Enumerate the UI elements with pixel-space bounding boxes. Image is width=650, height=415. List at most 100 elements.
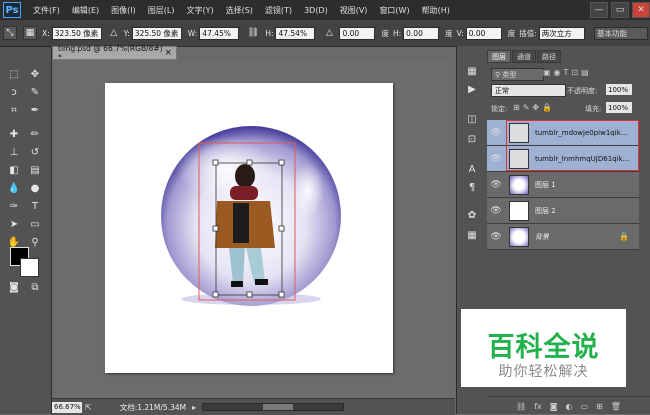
tab-layers[interactable]: 图层 — [487, 50, 511, 63]
visibility-eye-icon[interactable]: 👁 — [487, 232, 505, 242]
trash-icon[interactable]: 🗑 — [611, 402, 621, 411]
menu-file[interactable]: 文件(F) — [27, 5, 66, 16]
tools-panel: ⬚ ✥ ↄ ✎ ⌗ ✒ ✚ ✏ ⊥ ↺ ◧ ▤ 💧 ● ✑ T ➤ ▭ ✋ ⚲ … — [0, 47, 52, 414]
layers-footer: ⛓ fx ◙ ◐ ▭ ⊞ 🗑 — [487, 396, 650, 415]
history-brush-icon[interactable]: ↺ — [26, 145, 44, 159]
quick-mask-icon[interactable]: ◙ — [5, 280, 23, 294]
actions-panel-icon[interactable]: ▶ — [464, 82, 480, 96]
mask-icon[interactable]: ◙ — [550, 402, 558, 411]
new-layer-icon[interactable]: ⊞ — [596, 402, 603, 411]
workspace-select[interactable]: 基本功能 — [594, 26, 648, 40]
background-color-swatch[interactable] — [20, 258, 39, 277]
menu-3d[interactable]: 3D(D) — [298, 6, 334, 15]
delta-icon[interactable]: △ — [109, 26, 119, 40]
screen-mode-icon[interactable]: ⧉ — [26, 280, 44, 294]
eyedropper-icon[interactable]: ✒ — [26, 103, 44, 117]
layer-name: tumblr_mdowje0piw1qik... — [535, 128, 628, 137]
quick-select-icon[interactable]: ✎ — [26, 85, 44, 99]
interpolation-select[interactable]: 两次立方 — [538, 26, 585, 40]
adjust-icon[interactable]: ◐ — [566, 402, 573, 411]
share-icon[interactable]: ⇱ — [85, 403, 92, 412]
menu-filter[interactable]: 滤镜(T) — [259, 5, 298, 16]
vskew-field[interactable]: 0.00 — [465, 26, 502, 40]
horizontal-scrollbar[interactable] — [202, 403, 345, 411]
scrollbar-thumb[interactable] — [263, 404, 294, 410]
menu-layer[interactable]: 图层(L) — [142, 5, 181, 16]
document-tab[interactable]: timg.psd @ 66.7%(RGB/8#) * × — [52, 44, 177, 62]
menu-image[interactable]: 图像(I) — [105, 5, 142, 16]
minimize-button[interactable]: — — [590, 2, 608, 18]
pen-tool-icon[interactable]: ✑ — [5, 199, 23, 213]
close-button[interactable]: ✕ — [632, 2, 650, 18]
visibility-eye-icon[interactable]: 👁 — [487, 180, 505, 190]
width-field[interactable]: 47.45% — [199, 26, 240, 40]
zoom-field[interactable]: 66.67% — [52, 401, 82, 413]
menu-type[interactable]: 文字(Y) — [180, 5, 219, 16]
menu-window[interactable]: 窗口(W) — [373, 5, 415, 16]
paragraph-panel-icon[interactable]: ¶ — [464, 180, 480, 194]
filter-icons[interactable]: ▣◉T⊡▤ — [543, 68, 592, 77]
dodge-tool-icon[interactable]: ● — [26, 181, 44, 195]
layer-filter-label: 类型 — [502, 70, 517, 79]
menu-view[interactable]: 视图(V) — [334, 5, 374, 16]
lock-icons[interactable]: ⊞✎✥🔒 — [513, 103, 555, 112]
angle-field[interactable]: 0.00 — [339, 26, 376, 40]
maximize-button[interactable]: ▭ — [611, 2, 629, 18]
x-label: X: — [42, 28, 50, 38]
shape-tool-icon[interactable]: ▭ — [26, 217, 44, 231]
tab-channels[interactable]: 通道 — [512, 50, 536, 63]
brush-tool-icon[interactable]: ✏ — [26, 127, 44, 141]
layer-thumbnail — [509, 122, 529, 143]
blend-mode-select[interactable]: 正常 — [491, 84, 566, 97]
character-panel-icon[interactable]: A — [464, 162, 480, 176]
type-tool-icon[interactable]: T — [26, 199, 44, 213]
move-tool-icon[interactable]: ✥ — [26, 67, 44, 81]
y-position-field[interactable]: 325.50 像素 — [131, 26, 182, 40]
layer-row[interactable]: 👁 背景 🔒 — [487, 224, 639, 250]
link-aspect-icon[interactable]: ⛓ — [246, 26, 260, 40]
y-label: Y: — [123, 28, 130, 38]
link-icon[interactable]: ⛓ — [516, 402, 526, 411]
menu-select[interactable]: 选择(S) — [220, 5, 259, 16]
layer-row[interactable]: 👁 tumblr_lnmhmqUJD61qik... — [487, 146, 639, 172]
gradient-icon[interactable]: ▤ — [26, 163, 44, 177]
brush-presets-icon[interactable]: ✿ — [464, 208, 480, 222]
status-menu-icon[interactable]: ▸ — [192, 403, 196, 412]
blur-tool-icon[interactable]: 💧 — [5, 181, 23, 195]
watermark-logo: 百科全说 助你轻松解决 — [461, 309, 626, 387]
path-select-icon[interactable]: ➤ — [5, 217, 23, 231]
transform-tool-icon[interactable]: ⤡ — [3, 26, 17, 40]
eraser-icon[interactable]: ◧ — [5, 163, 23, 177]
reference-point-icon[interactable]: ▦ — [23, 26, 37, 40]
fill-field[interactable]: 100% — [606, 102, 632, 113]
healing-brush-icon[interactable]: ✚ — [5, 127, 23, 141]
layer-row[interactable]: 👁 图层 2 — [487, 198, 639, 224]
properties-panel-icon[interactable]: ⊡ — [464, 132, 480, 146]
marquee-tool-icon[interactable]: ⬚ — [5, 67, 23, 81]
menu-edit[interactable]: 编辑(E) — [66, 5, 105, 16]
layer-filter-select[interactable]: ⚲ 类型 — [491, 68, 544, 81]
height-field[interactable]: 47.54% — [275, 26, 316, 40]
fx-icon[interactable]: fx — [534, 402, 542, 411]
hskew-field[interactable]: 0.00 — [403, 26, 440, 40]
swatches-panel-icon[interactable]: ▦ — [464, 228, 480, 242]
close-document-icon[interactable]: × — [164, 48, 172, 58]
lock-icon: 🔒 — [619, 232, 629, 241]
visibility-eye-icon[interactable]: 👁 — [487, 206, 505, 216]
lasso-tool-icon[interactable]: ↄ — [5, 85, 23, 99]
tab-paths[interactable]: 路径 — [537, 50, 561, 63]
visibility-eye-icon[interactable]: 👁 — [487, 154, 505, 164]
layer-name: 图层 1 — [535, 180, 556, 189]
visibility-eye-icon[interactable]: 👁 — [487, 128, 505, 138]
crop-tool-icon[interactable]: ⌗ — [5, 103, 23, 117]
layer-row[interactable]: 👁 tumblr_mdowje0piw1qik... — [487, 120, 639, 146]
image-canvas[interactable] — [105, 83, 393, 373]
adjustments-panel-icon[interactable]: ◫ — [464, 112, 480, 126]
menu-help[interactable]: 帮助(H) — [416, 5, 456, 16]
x-position-field[interactable]: 323.50 像素 — [51, 26, 102, 40]
clone-stamp-icon[interactable]: ⊥ — [5, 145, 23, 159]
opacity-field[interactable]: 100% — [606, 84, 632, 95]
history-panel-icon[interactable]: ▦ — [464, 64, 480, 78]
layer-row[interactable]: 👁 图层 1 — [487, 172, 639, 198]
folder-icon[interactable]: ▭ — [581, 402, 589, 411]
